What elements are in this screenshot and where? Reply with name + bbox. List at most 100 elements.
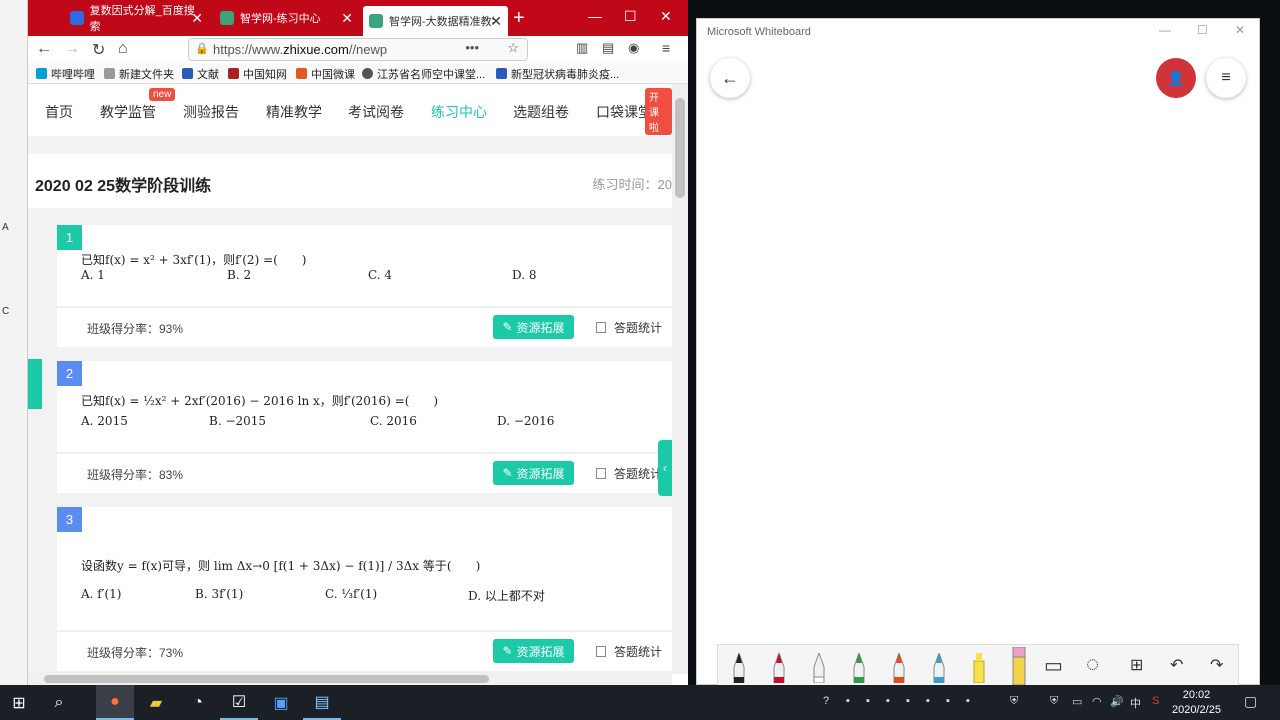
app-icon[interactable]: ▣ [262, 685, 300, 720]
add-user-button[interactable]: 👤 [1156, 58, 1196, 98]
question-card: 1 已知f(x) = x² + 3xf′(1)，则f′(2) =( ) A. 1… [57, 225, 672, 306]
resource-button[interactable]: ✎ 资源拓展 [493, 639, 574, 663]
new-tab-icon[interactable]: + [513, 6, 525, 30]
add-icon[interactable]: ⊞ [1130, 655, 1143, 675]
minimize-icon[interactable]: — [1159, 23, 1171, 37]
bookmark-star-icon[interactable]: ☆ [507, 40, 519, 56]
firefox-icon[interactable]: ● [96, 685, 134, 720]
tab-zhixue-active[interactable]: 智学网-大数据精准教学 ✕ [363, 6, 508, 36]
page-content: 首页 教学监管 new 测验报告 精准教学 考试阅卷 练习中心 选题组卷 口袋课… [28, 84, 672, 674]
wifi-icon[interactable]: ◠ [1092, 695, 1102, 708]
pen-green-icon[interactable] [852, 653, 866, 683]
shield-icon[interactable]: ⛨ [1010, 695, 1018, 708]
pen-red-icon[interactable] [772, 653, 786, 683]
nav-precise-teaching[interactable]: 精准教学 [266, 102, 322, 122]
forward-icon[interactable]: → [64, 40, 80, 58]
tray-icon[interactable]: ▪ [866, 695, 870, 707]
eraser-icon[interactable] [1012, 647, 1026, 685]
tray-icon[interactable]: ▪ [906, 695, 910, 707]
close-icon[interactable]: ✕ [490, 13, 502, 30]
tray-icon[interactable]: ▪ [846, 695, 850, 707]
close-icon[interactable]: ✕ [1235, 23, 1245, 37]
ime-indicator[interactable]: 中 [1130, 695, 1141, 711]
whiteboard-app-icon[interactable]: ◔ [179, 685, 217, 720]
pen-blue-icon[interactable] [932, 653, 946, 683]
library-icon[interactable]: ▥ [576, 40, 588, 56]
close-window-icon[interactable]: ✕ [660, 8, 672, 25]
maximize-icon[interactable]: ☐ [1197, 23, 1208, 37]
home-icon[interactable]: ⌂ [118, 40, 128, 58]
bookmark-item[interactable]: 中国知网 [228, 66, 287, 82]
sidebar-icon[interactable]: ▤ [602, 40, 614, 56]
help-icon[interactable]: ? [823, 695, 829, 707]
start-icon[interactable]: ⊞ [0, 685, 38, 720]
nav-question-builder[interactable]: 选题组卷 [513, 102, 569, 122]
vertical-scrollbar[interactable] [672, 84, 688, 674]
volume-icon[interactable]: 🔊 [1110, 695, 1124, 708]
clock[interactable]: 20:02 2020/2/25 [1172, 688, 1221, 718]
battery-icon[interactable]: ▭ [1072, 695, 1082, 708]
option: B. 2 [227, 268, 252, 282]
nav-exam-grading[interactable]: 考试阅卷 [348, 102, 404, 122]
answer-stats-button[interactable]: 答题统计 [596, 465, 662, 482]
pen-orange-icon[interactable] [892, 653, 906, 683]
whiteboard-icon[interactable]: ☑ [220, 685, 258, 720]
tray-icon[interactable]: ▪ [946, 695, 950, 707]
more-icon[interactable]: ••• [465, 40, 479, 55]
ruler-icon[interactable]: ▭ [1044, 653, 1063, 678]
question-footer: 班级得分率：73% ✎ 资源拓展 答题统计 [57, 631, 672, 671]
bookmark-item[interactable]: 中国微课 [296, 66, 355, 82]
nav-teaching-supervision[interactable]: 教学监管 [100, 102, 156, 122]
pen-black-icon[interactable] [732, 653, 746, 683]
bookmark-item[interactable]: 哔哩哔哩 [36, 66, 95, 82]
search-icon[interactable]: ⌕ [40, 685, 78, 720]
bookmark-item[interactable]: 新建文件夹 [104, 66, 174, 82]
minimize-icon[interactable]: — [588, 8, 602, 24]
reload-icon[interactable]: ↻ [92, 40, 105, 60]
scroll-thumb[interactable] [44, 675, 489, 683]
bookmark-item[interactable]: 文献 [182, 66, 219, 82]
menu-icon[interactable]: ≡ [662, 40, 670, 56]
shield-icon[interactable]: ⛨ [1050, 695, 1058, 708]
pen-white-icon[interactable] [812, 653, 826, 683]
resource-button[interactable]: ✎ 资源拓展 [493, 461, 574, 485]
nav-practice-center[interactable]: 练习中心 [431, 102, 487, 122]
close-icon[interactable]: ✕ [191, 10, 203, 27]
highlighter-yellow-icon[interactable] [972, 653, 986, 683]
question-text: 设函数y = f(x)可导，则 lim Δx→0 [f(1 + 3Δx) − f… [81, 559, 481, 573]
nav-home[interactable]: 首页 [45, 102, 73, 122]
resource-button[interactable]: ✎ 资源拓展 [493, 315, 574, 339]
tray-icon[interactable]: ▪ [886, 695, 890, 707]
redo-icon[interactable]: ↷ [1210, 655, 1223, 675]
tray-icon[interactable]: ▪ [966, 695, 970, 707]
answer-stats-button[interactable]: 答题统计 [596, 319, 662, 336]
menu-button[interactable]: ≡ [1206, 58, 1246, 98]
file-explorer-icon[interactable]: ▰ [137, 685, 175, 720]
horizontal-scrollbar[interactable] [28, 672, 672, 685]
maximize-icon[interactable]: ☐ [624, 8, 637, 25]
back-icon[interactable]: ← [36, 40, 52, 58]
score-rate: 班级得分率：83% [87, 468, 184, 482]
bookmark-item[interactable]: 江苏省名师空中课堂... [362, 66, 485, 82]
tab-practice-center[interactable]: 智学网-练习中心 ✕ [214, 4, 359, 32]
side-panel-toggle-icon[interactable]: ‹ [658, 440, 672, 496]
hamburger-icon: ≡ [1221, 69, 1231, 86]
url-bar[interactable]: https://www. zhixue.com//newp 🔒 ••• ☆ [188, 38, 528, 61]
scroll-thumb[interactable] [675, 98, 685, 198]
bookmark-item[interactable]: 新型冠状病毒肺炎疫... [496, 66, 619, 82]
edit-icon: ✎ [502, 466, 513, 480]
answer-stats-button[interactable]: 答题统计 [596, 643, 662, 660]
close-icon[interactable]: ✕ [341, 10, 353, 27]
lock-icon[interactable]: 🔒 [195, 42, 209, 55]
nav-pocket-class[interactable]: 口袋课堂 [596, 102, 652, 122]
back-button[interactable]: ← [710, 58, 750, 98]
input-method-icon[interactable]: S [1152, 695, 1159, 707]
lasso-icon[interactable]: ◌ [1086, 651, 1099, 677]
nav-test-report[interactable]: 测验报告 [183, 102, 239, 122]
app-icon[interactable]: ▤ [303, 685, 341, 720]
undo-icon[interactable]: ↶ [1170, 655, 1183, 675]
account-icon[interactable]: ◉ [628, 40, 639, 56]
notification-icon[interactable]: ▢ [1244, 693, 1257, 710]
tray-icon[interactable]: ▪ [926, 695, 930, 707]
tab-baidu[interactable]: 复数因式分解_百度搜索 ✕ [64, 4, 209, 33]
